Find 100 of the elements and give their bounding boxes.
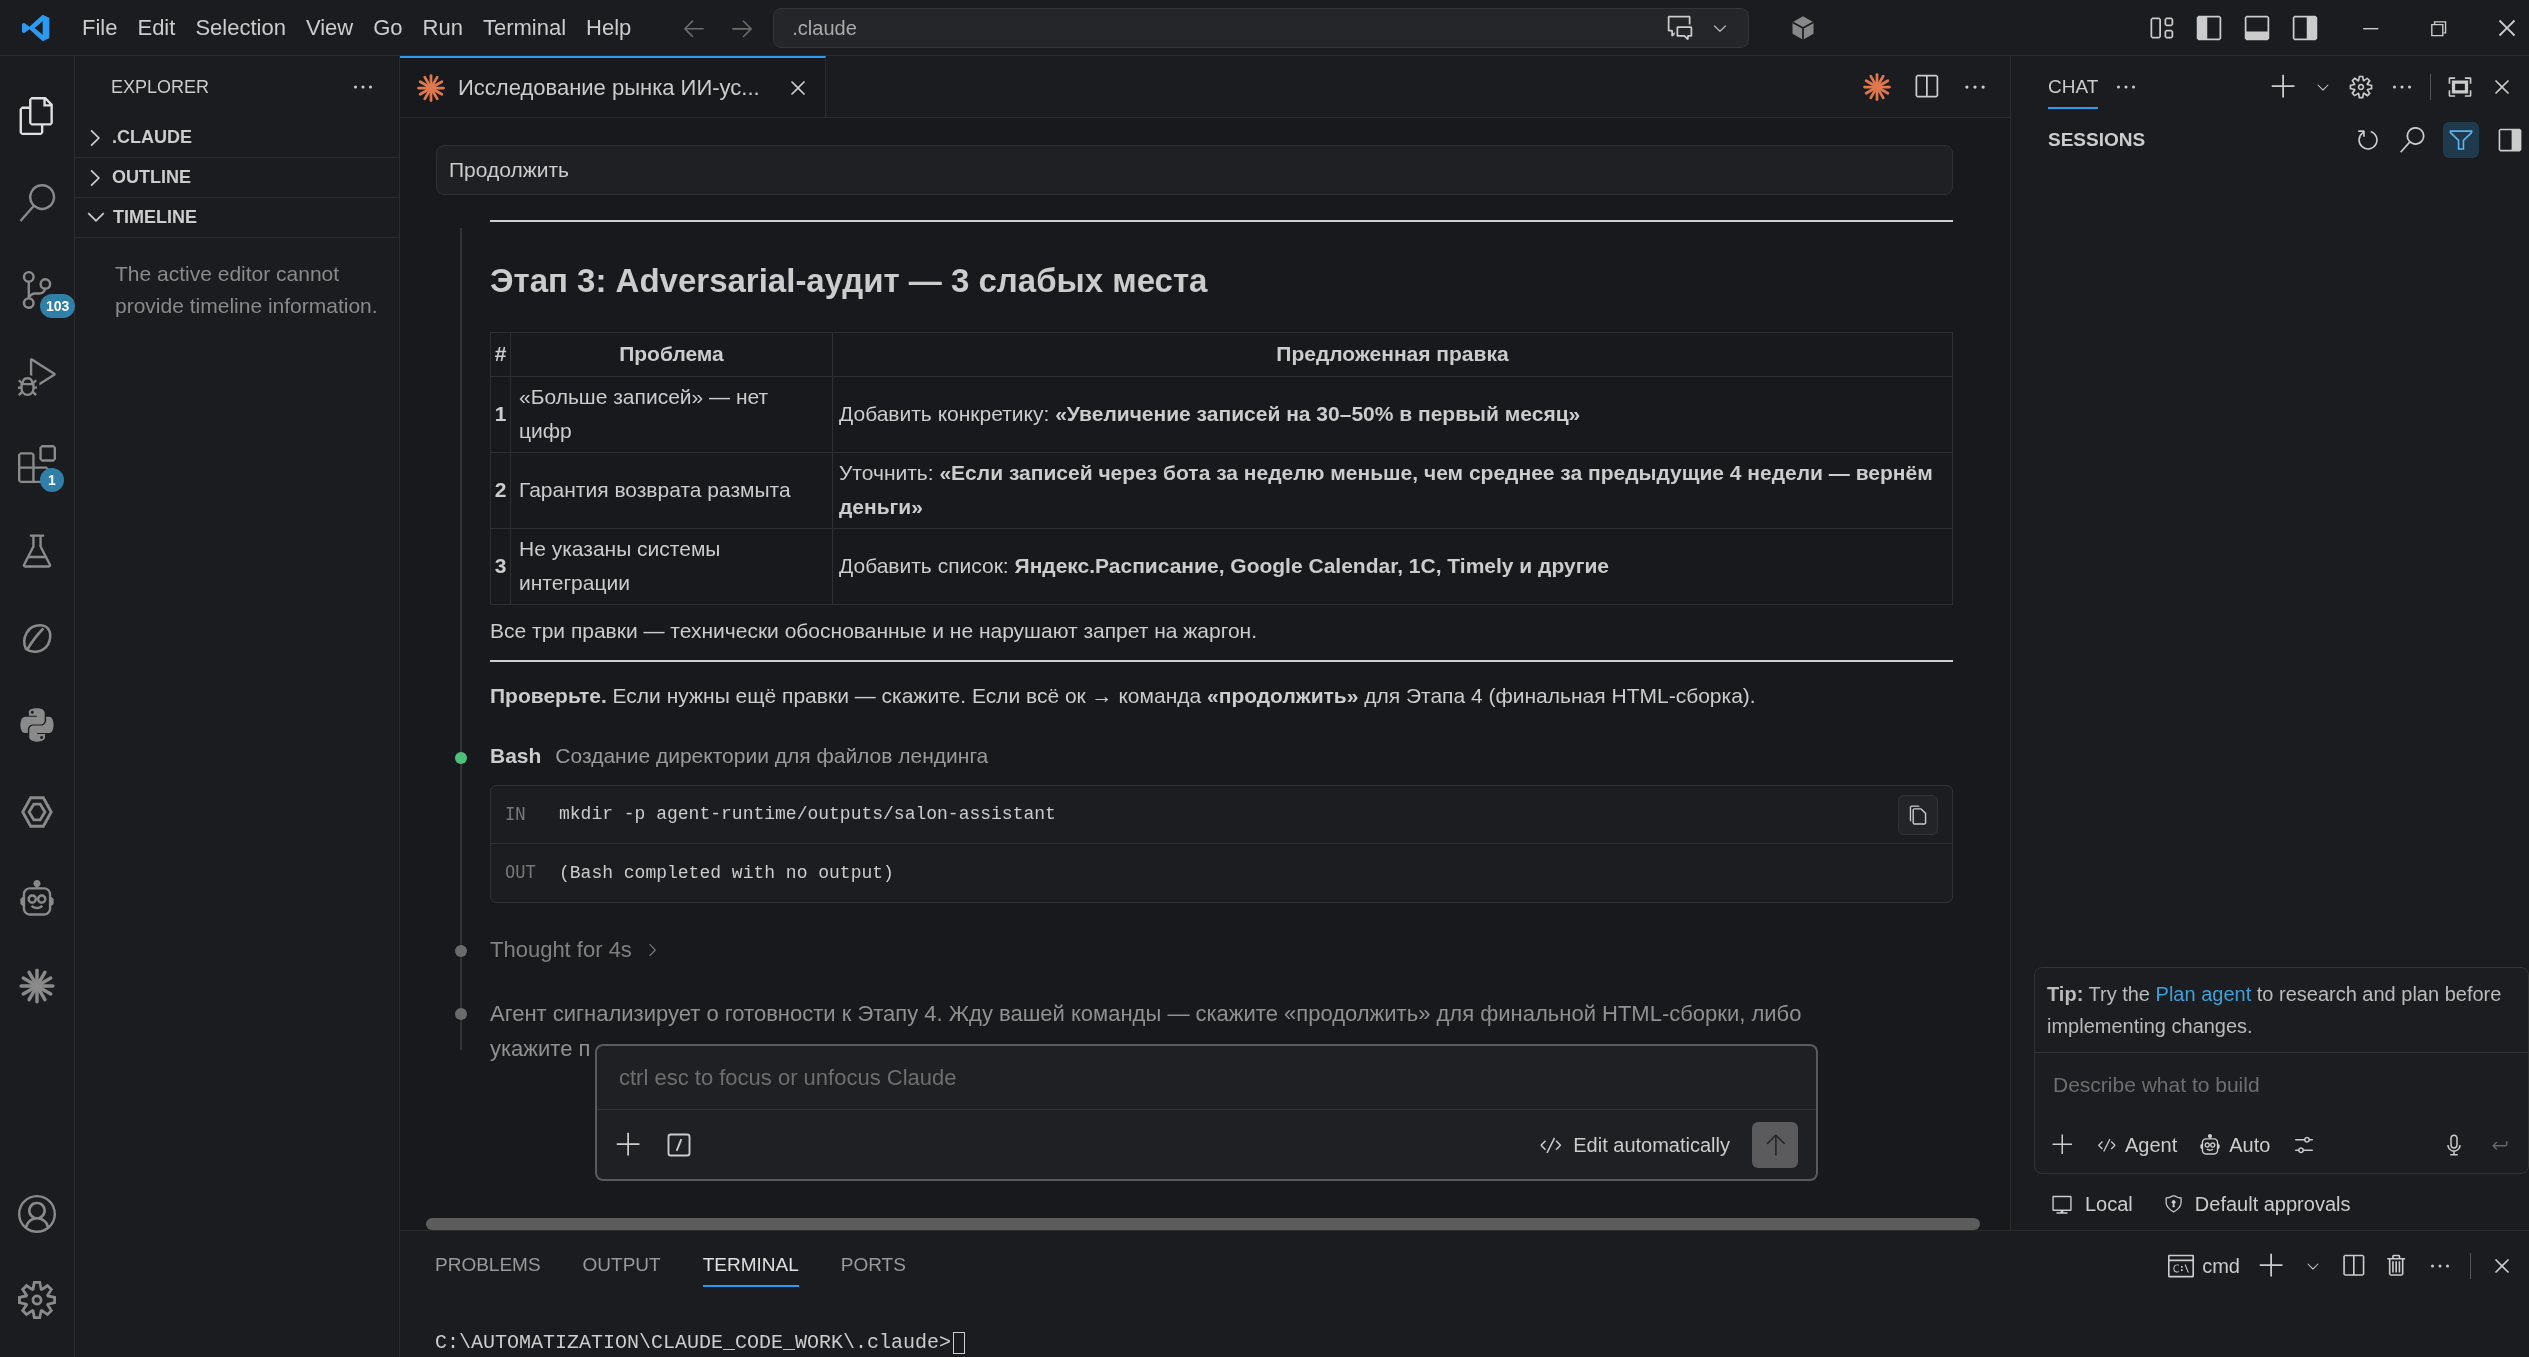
table-cell: «Больше записей» — нет цифр <box>510 376 833 452</box>
copy-button[interactable] <box>1898 794 1938 835</box>
search-icon[interactable] <box>2399 127 2425 153</box>
panel-tab[interactable]: PORTS <box>840 1244 906 1288</box>
maximize-icon[interactable] <box>2447 74 2473 100</box>
message-input[interactable]: ctrl esc to focus or unfocus Claude <box>597 1046 1816 1110</box>
table-cell: Добавить конкретику: «Увеличение записей на 30–50% в первый месяц» <box>839 402 1581 425</box>
add-icon[interactable] <box>615 1130 643 1159</box>
account-icon[interactable] <box>18 1195 56 1233</box>
sunburst-icon[interactable] <box>1862 71 1892 102</box>
search-icon[interactable] <box>18 183 56 222</box>
menu-item[interactable]: View <box>295 7 364 48</box>
table-cell: 1 <box>490 376 511 452</box>
command-text: mkdir -p agent-runtime/outputs/salon-assistant <box>559 803 1057 826</box>
message-line: Агент сигнализирует о готовности к Этапу 4. Жду вашей команды — скажите «продолжить» для финальной HTML-сборки, либо <box>490 1000 1803 1028</box>
panel-tab[interactable]: TERMINAL <box>702 1244 799 1288</box>
menu-item[interactable]: Help <box>576 7 642 48</box>
menu-item[interactable]: File <box>72 7 128 48</box>
refresh-icon[interactable] <box>2355 127 2381 153</box>
chevron-right-icon <box>90 128 101 147</box>
horizontal-scrollbar[interactable] <box>426 1218 1980 1230</box>
chat-tab[interactable]: CHAT <box>2048 64 2099 110</box>
edit-mode-button[interactable]: Edit automatically <box>1539 1129 1730 1160</box>
extensions-icon[interactable] <box>18 444 56 483</box>
split-terminal-icon[interactable] <box>2340 1253 2366 1279</box>
terminal-selector[interactable]: cmd <box>2168 1251 2240 1281</box>
robot-icon <box>2199 1134 2222 1156</box>
menu-item[interactable]: Selection <box>185 7 296 48</box>
section-heading: Этап 3: Adversarial-аудит — 3 слабых места <box>490 261 1209 301</box>
count-badge: 103 <box>40 294 76 318</box>
agent-button[interactable]: Agent <box>2097 1130 2178 1160</box>
terminal-cursor <box>953 1332 966 1354</box>
chevron-right-icon <box>90 168 101 187</box>
section-header[interactable]: OUTLINE <box>75 158 399 198</box>
add-icon[interactable] <box>2051 1133 2075 1157</box>
settings-icon[interactable] <box>18 1281 56 1319</box>
prompt-text: Продолжить <box>449 157 570 184</box>
review-text: Проверьте. Если нужны ещё правки — скажите. Если всё ок → команда «продолжить» для Этапа 4 (финальная HTML-сборка). <box>490 684 1756 707</box>
table-cell: Добавить список: Яндекс.Расписание, Google Calendar, 1С, Timely и другие <box>839 554 1609 577</box>
new-terminal-icon[interactable] <box>2258 1252 2286 1280</box>
chat-icon[interactable] <box>1666 13 1695 42</box>
editor-tab[interactable]: Исследование рынка ИИ-ус... <box>400 56 826 117</box>
input-label: IN <box>505 802 527 826</box>
table-cell: Гарантия возврата размыта <box>510 452 833 528</box>
panel-layout-icon[interactable] <box>2243 13 2271 42</box>
model-button[interactable]: Auto <box>2199 1130 2271 1160</box>
section-header[interactable]: .CLAUDE <box>75 118 399 158</box>
timeline-message: The active editor cannot provide timeline information. <box>114 261 379 319</box>
sunburst-icon <box>416 72 446 103</box>
section-header[interactable]: TIMELINE <box>75 198 399 238</box>
copy-icon <box>1907 803 1929 826</box>
sidebar-right-icon[interactable] <box>2291 13 2319 42</box>
menu-item[interactable]: Terminal <box>472 7 577 48</box>
command-center[interactable]: .claude <box>773 7 1750 48</box>
tool-name: Bash <box>490 742 542 769</box>
table-cell: 3 <box>490 528 511 604</box>
chat-input[interactable]: Describe what to build <box>2035 1053 2528 1117</box>
filter-icon <box>2448 127 2474 153</box>
output-text: (Bash completed with no output) <box>559 861 894 885</box>
panel-tab[interactable]: OUTPUT <box>582 1244 661 1288</box>
column-header: # <box>490 332 511 376</box>
command-center-text: .claude <box>792 15 858 41</box>
chat-composer[interactable]: Tip: Try the Plan agent to research and plan before implementing changes. Describe what to build Agent Auto <box>2034 967 2529 1174</box>
thought-toggle[interactable]: Thought for 4s <box>490 933 632 966</box>
location-button[interactable]: Local <box>2051 1189 2133 1219</box>
summary-text: Все три правки — технически обоснованные и не нарушают запрет на жаргон. <box>490 618 1257 642</box>
panel-tab[interactable]: PROBLEMS <box>435 1244 541 1288</box>
column-header: Предложенная правка <box>832 332 1953 376</box>
sidebar-title: EXPLORER <box>111 75 211 99</box>
tip-text: Tip: Try the Plan agent to research and plan before implementing changes. <box>2035 968 2528 1053</box>
sessions-title: SESSIONS <box>2048 127 2147 152</box>
chevron-down-icon <box>87 212 105 223</box>
menu-item[interactable]: Go <box>363 7 413 48</box>
table-cell: 2 <box>490 452 511 528</box>
files-icon[interactable] <box>18 96 56 135</box>
filter-button[interactable] <box>2443 122 2479 158</box>
terminal-prompt: C:\AUTOMATIZATION\CLAUDE_CODE_WORK\.claude> <box>435 1331 952 1355</box>
composer[interactable]: ctrl esc to focus or unfocus Claude Edit automatically <box>595 1044 1818 1181</box>
settings-icon[interactable] <box>2348 74 2374 100</box>
count-badge: 1 <box>40 468 64 492</box>
sunburst-icon[interactable] <box>18 966 56 1005</box>
sidebar-icon[interactable] <box>2497 127 2523 153</box>
plan-agent-link[interactable]: Plan agent <box>2155 983 2252 1005</box>
table-cell: Уточнить: «Если записей через бота за неделю меньше, чем среднее за предыдущие 4 недели — вернём деньги» <box>839 461 1933 518</box>
new-chat-icon[interactable] <box>2270 73 2298 101</box>
menu-item[interactable]: Edit <box>127 7 186 48</box>
table-cell: Не указаны системы интеграции <box>510 528 833 604</box>
sidebar-left-icon[interactable] <box>2195 13 2223 42</box>
terminal-icon <box>2168 1253 2195 1279</box>
approvals-button[interactable]: Default approvals <box>2162 1189 2351 1219</box>
tool-description: Создание директории для файлов лендинга <box>555 742 989 769</box>
output-label: OUT <box>505 861 537 885</box>
column-header: Проблема <box>510 332 833 376</box>
robot-icon[interactable] <box>18 879 56 918</box>
monitor-icon <box>2051 1193 2073 1215</box>
menu-item[interactable]: Run <box>412 7 473 48</box>
run-debug-icon[interactable] <box>18 357 56 396</box>
python-icon[interactable] <box>18 705 56 744</box>
send-button[interactable] <box>1752 1121 1798 1168</box>
message-line: укажите п <box>490 1035 592 1063</box>
